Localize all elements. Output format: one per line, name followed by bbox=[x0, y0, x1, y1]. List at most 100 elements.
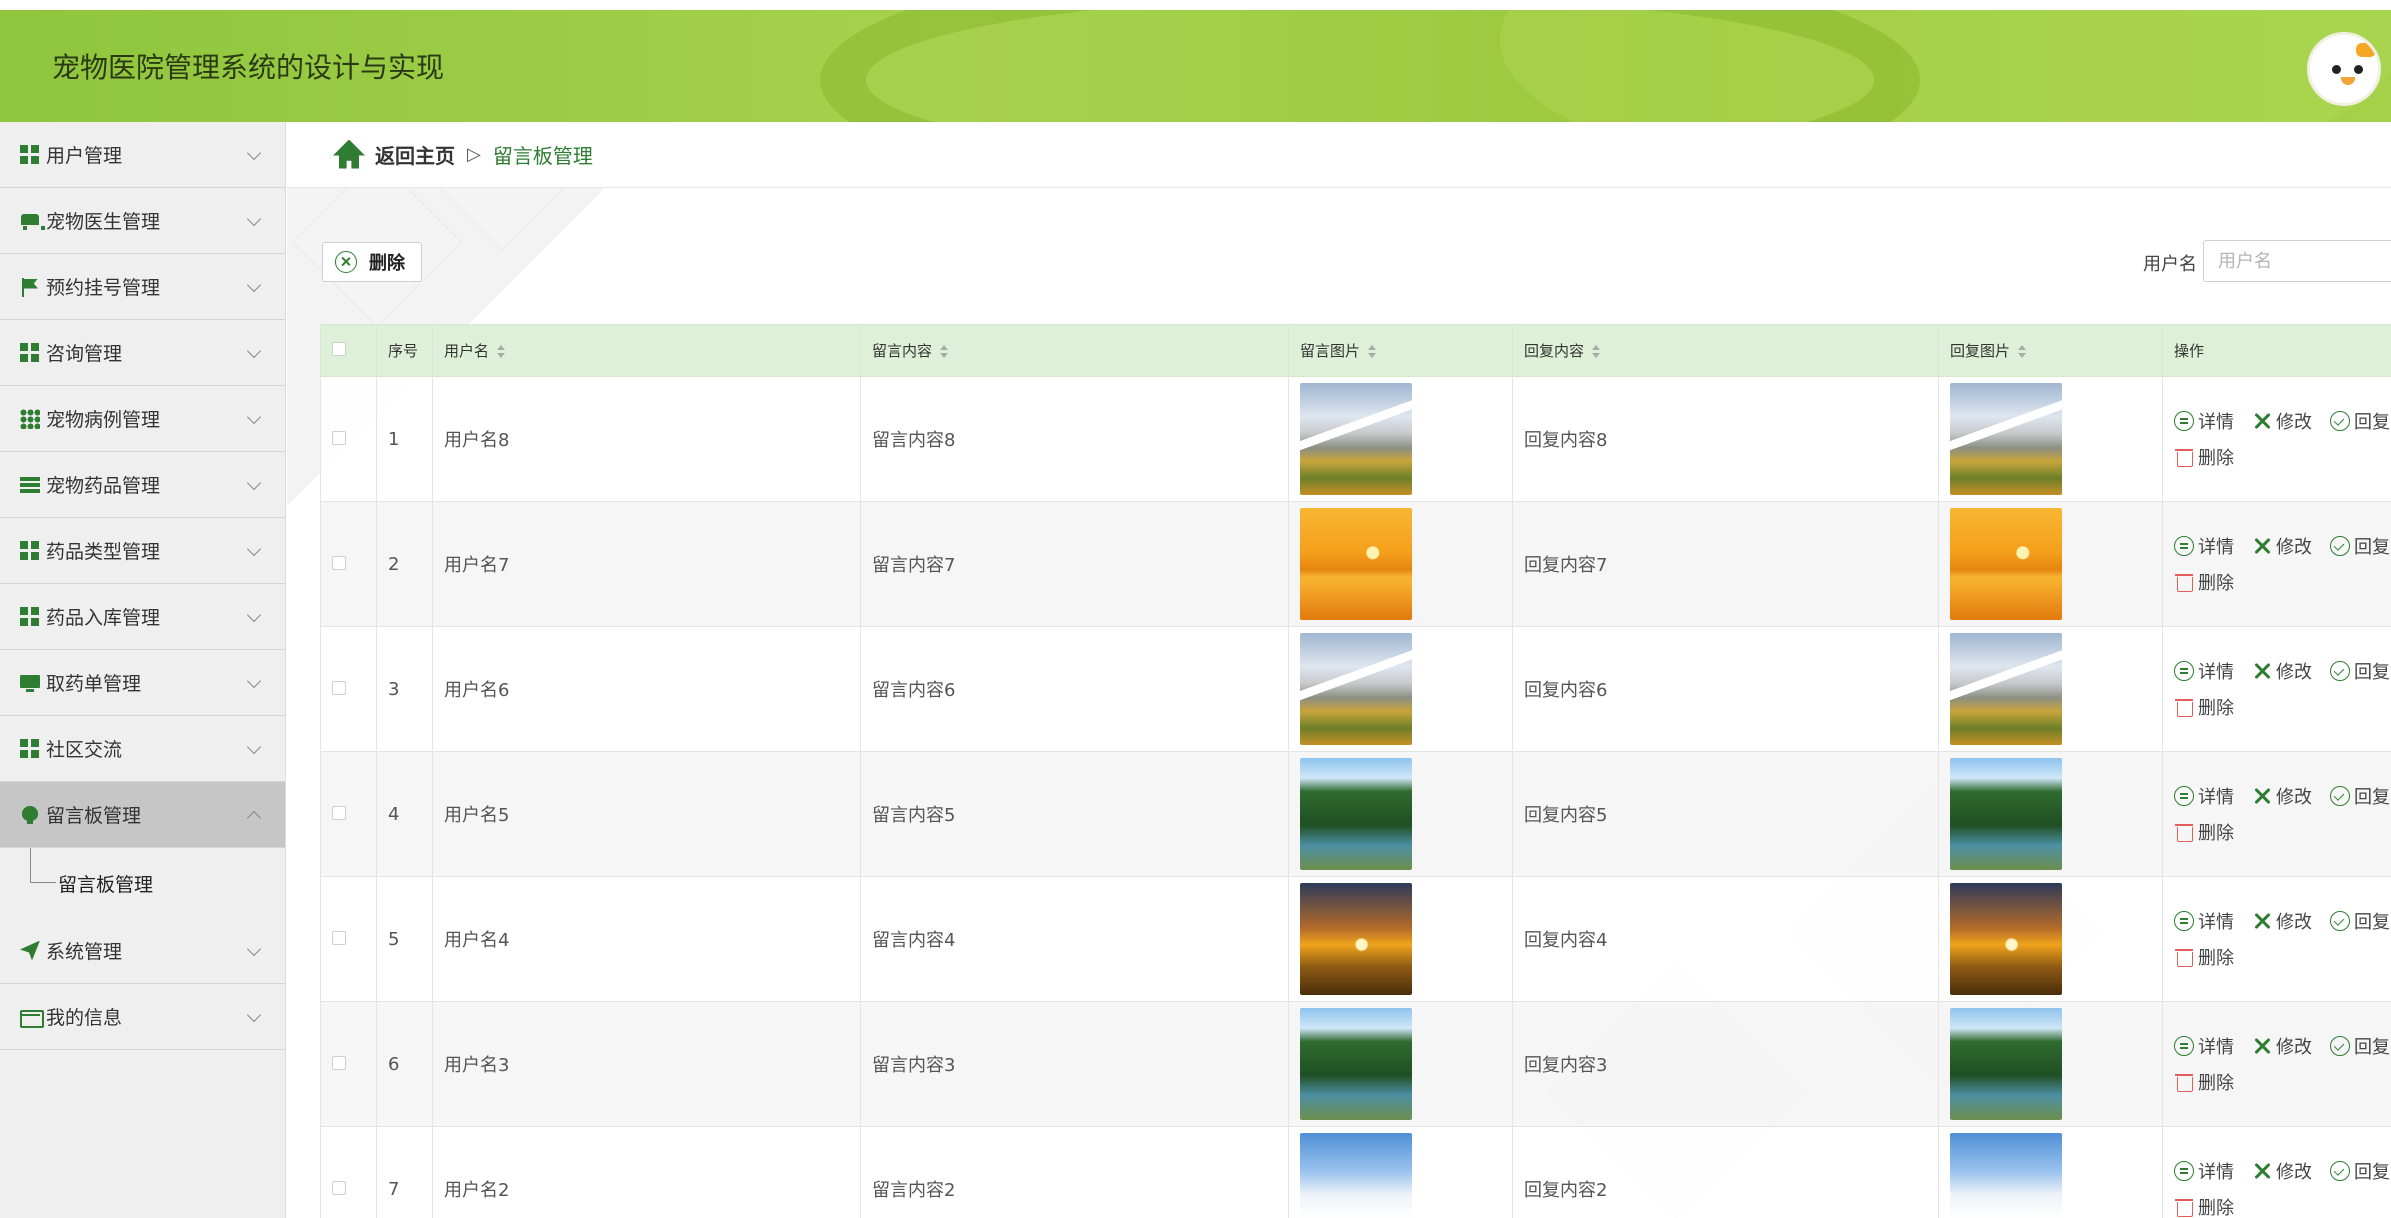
message-image-thumbnail[interactable] bbox=[1300, 633, 1412, 745]
message-image-thumbnail[interactable] bbox=[1300, 883, 1412, 995]
header-content[interactable]: 留言内容 bbox=[860, 324, 1289, 377]
cell-checkbox[interactable] bbox=[320, 501, 377, 627]
detail-button[interactable]: 详情 bbox=[2174, 908, 2234, 934]
edit-button[interactable]: 修改 bbox=[2252, 658, 2312, 684]
sidebar-item-messageboard[interactable]: 留言板管理 bbox=[0, 782, 285, 848]
sort-icon[interactable] bbox=[940, 344, 949, 359]
delete-row-button[interactable]: 删除 bbox=[2174, 819, 2234, 845]
message-image-thumbnail[interactable] bbox=[1300, 758, 1412, 870]
breadcrumb-home-link[interactable]: 返回主页 bbox=[375, 140, 455, 169]
submenu-item-messageboard[interactable]: 留言板管理 bbox=[0, 848, 285, 918]
delete-button[interactable]: 删除 bbox=[322, 242, 422, 282]
reply-image-thumbnail[interactable] bbox=[1950, 758, 2062, 870]
sort-icon[interactable] bbox=[1592, 344, 1601, 359]
reply-button[interactable]: 回复 bbox=[2330, 408, 2390, 434]
plane-icon bbox=[20, 940, 40, 961]
delete-row-button[interactable]: 删除 bbox=[2174, 569, 2234, 595]
cell-checkbox[interactable] bbox=[320, 1126, 377, 1218]
detail-button[interactable]: 详情 bbox=[2174, 533, 2234, 559]
row-index: 4 bbox=[388, 803, 400, 825]
sidebar-item-stock-in[interactable]: 药品入库管理 bbox=[0, 584, 285, 650]
header-label: 回复内容 bbox=[1524, 342, 1585, 360]
delete-row-button[interactable]: 删除 bbox=[2174, 1069, 2234, 1095]
sidebar-item-medicine[interactable]: 宠物药品管理 bbox=[0, 452, 285, 518]
detail-icon bbox=[2174, 911, 2194, 931]
delete-row-button[interactable]: 删除 bbox=[2174, 694, 2234, 720]
edit-button[interactable]: 修改 bbox=[2252, 1033, 2312, 1059]
detail-button[interactable]: 详情 bbox=[2174, 783, 2234, 809]
header-reply-image[interactable]: 回复图片 bbox=[1938, 324, 2163, 377]
sidebar-item-consult[interactable]: 咨询管理 bbox=[0, 320, 285, 386]
edit-button[interactable]: 修改 bbox=[2252, 908, 2312, 934]
home-icon[interactable] bbox=[333, 140, 365, 170]
row-checkbox[interactable] bbox=[332, 430, 346, 445]
edit-button[interactable]: 修改 bbox=[2252, 1158, 2312, 1184]
row-checkbox[interactable] bbox=[332, 930, 346, 945]
sidebar-item-appointment[interactable]: 预约挂号管理 bbox=[0, 254, 285, 320]
reply-button[interactable]: 回复 bbox=[2330, 658, 2390, 684]
cell-checkbox[interactable] bbox=[320, 751, 377, 877]
reply-button[interactable]: 回复 bbox=[2330, 1158, 2390, 1184]
reply-label: 回复 bbox=[2354, 662, 2390, 683]
wrench-icon bbox=[2252, 536, 2272, 556]
message-image-thumbnail[interactable] bbox=[1300, 383, 1412, 495]
reply-button[interactable]: 回复 bbox=[2330, 908, 2390, 934]
message-image-thumbnail[interactable] bbox=[1300, 508, 1412, 620]
edit-button[interactable]: 修改 bbox=[2252, 783, 2312, 809]
user-avatar[interactable] bbox=[2307, 32, 2381, 106]
select-all-checkbox[interactable] bbox=[332, 341, 346, 356]
delete-row-button[interactable]: 删除 bbox=[2174, 1194, 2234, 1218]
edit-button[interactable]: 修改 bbox=[2252, 533, 2312, 559]
search-input[interactable] bbox=[2203, 240, 2391, 282]
header-username[interactable]: 用户名 bbox=[432, 324, 861, 377]
cell-checkbox[interactable] bbox=[320, 1001, 377, 1127]
header-image[interactable]: 留言图片 bbox=[1288, 324, 1513, 377]
sidebar-item-doctor[interactable]: 宠物医生管理 bbox=[0, 188, 285, 254]
reply-button[interactable]: 回复 bbox=[2330, 533, 2390, 559]
row-actions-line: 详情 修改 回复 bbox=[2174, 783, 2391, 809]
cell-checkbox[interactable] bbox=[320, 376, 377, 502]
reply-image-thumbnail[interactable] bbox=[1950, 508, 2062, 620]
header-reply[interactable]: 回复内容 bbox=[1512, 324, 1939, 377]
sidebar-item-community[interactable]: 社区交流 bbox=[0, 716, 285, 782]
reply-button[interactable]: 回复 bbox=[2330, 1033, 2390, 1059]
reply-image-thumbnail[interactable] bbox=[1950, 633, 2062, 745]
detail-button[interactable]: 详情 bbox=[2174, 1033, 2234, 1059]
sidebar-item-system[interactable]: 系统管理 bbox=[0, 918, 285, 984]
reply-image-thumbnail[interactable] bbox=[1950, 1008, 2062, 1120]
row-checkbox[interactable] bbox=[332, 555, 346, 570]
message-image-thumbnail[interactable] bbox=[1300, 1133, 1412, 1218]
reply-image-thumbnail[interactable] bbox=[1950, 883, 2062, 995]
cell-checkbox[interactable] bbox=[320, 626, 377, 752]
sidebar-item-profile[interactable]: 我的信息 bbox=[0, 984, 285, 1050]
delete-row-button[interactable]: 删除 bbox=[2174, 944, 2234, 970]
row-checkbox[interactable] bbox=[332, 1055, 346, 1070]
header-select-all[interactable] bbox=[320, 324, 377, 377]
row-checkbox[interactable] bbox=[332, 805, 346, 820]
sort-icon[interactable] bbox=[2018, 344, 2027, 359]
row-checkbox[interactable] bbox=[332, 1180, 346, 1195]
row-checkbox[interactable] bbox=[332, 680, 346, 695]
sort-icon[interactable] bbox=[497, 344, 506, 359]
detail-button[interactable]: 详情 bbox=[2174, 408, 2234, 434]
detail-button[interactable]: 详情 bbox=[2174, 1158, 2234, 1184]
sidebar-item-user[interactable]: 用户管理 bbox=[0, 122, 285, 188]
delete-row-button[interactable]: 删除 bbox=[2174, 444, 2234, 470]
sidebar-item-medicine-type[interactable]: 药品类型管理 bbox=[0, 518, 285, 584]
delete-label: 删除 bbox=[2198, 948, 2234, 969]
detail-button[interactable]: 详情 bbox=[2174, 658, 2234, 684]
trash-icon bbox=[2174, 697, 2194, 717]
detail-icon bbox=[2174, 411, 2194, 431]
sidebar-item-case[interactable]: 宠物病例管理 bbox=[0, 386, 285, 452]
sidebar-item-pickup[interactable]: 取药单管理 bbox=[0, 650, 285, 716]
reply-image-thumbnail[interactable] bbox=[1950, 383, 2062, 495]
reply-image-thumbnail[interactable] bbox=[1950, 1133, 2062, 1218]
chevron-down-icon bbox=[246, 145, 262, 161]
sort-icon[interactable] bbox=[1368, 344, 1377, 359]
edit-button[interactable]: 修改 bbox=[2252, 408, 2312, 434]
reply-button[interactable]: 回复 bbox=[2330, 783, 2390, 809]
cell-checkbox[interactable] bbox=[320, 876, 377, 1002]
cell-reply-image bbox=[1938, 876, 2163, 1002]
message-image-thumbnail[interactable] bbox=[1300, 1008, 1412, 1120]
row-actions-line: 删除 bbox=[2174, 694, 2391, 720]
